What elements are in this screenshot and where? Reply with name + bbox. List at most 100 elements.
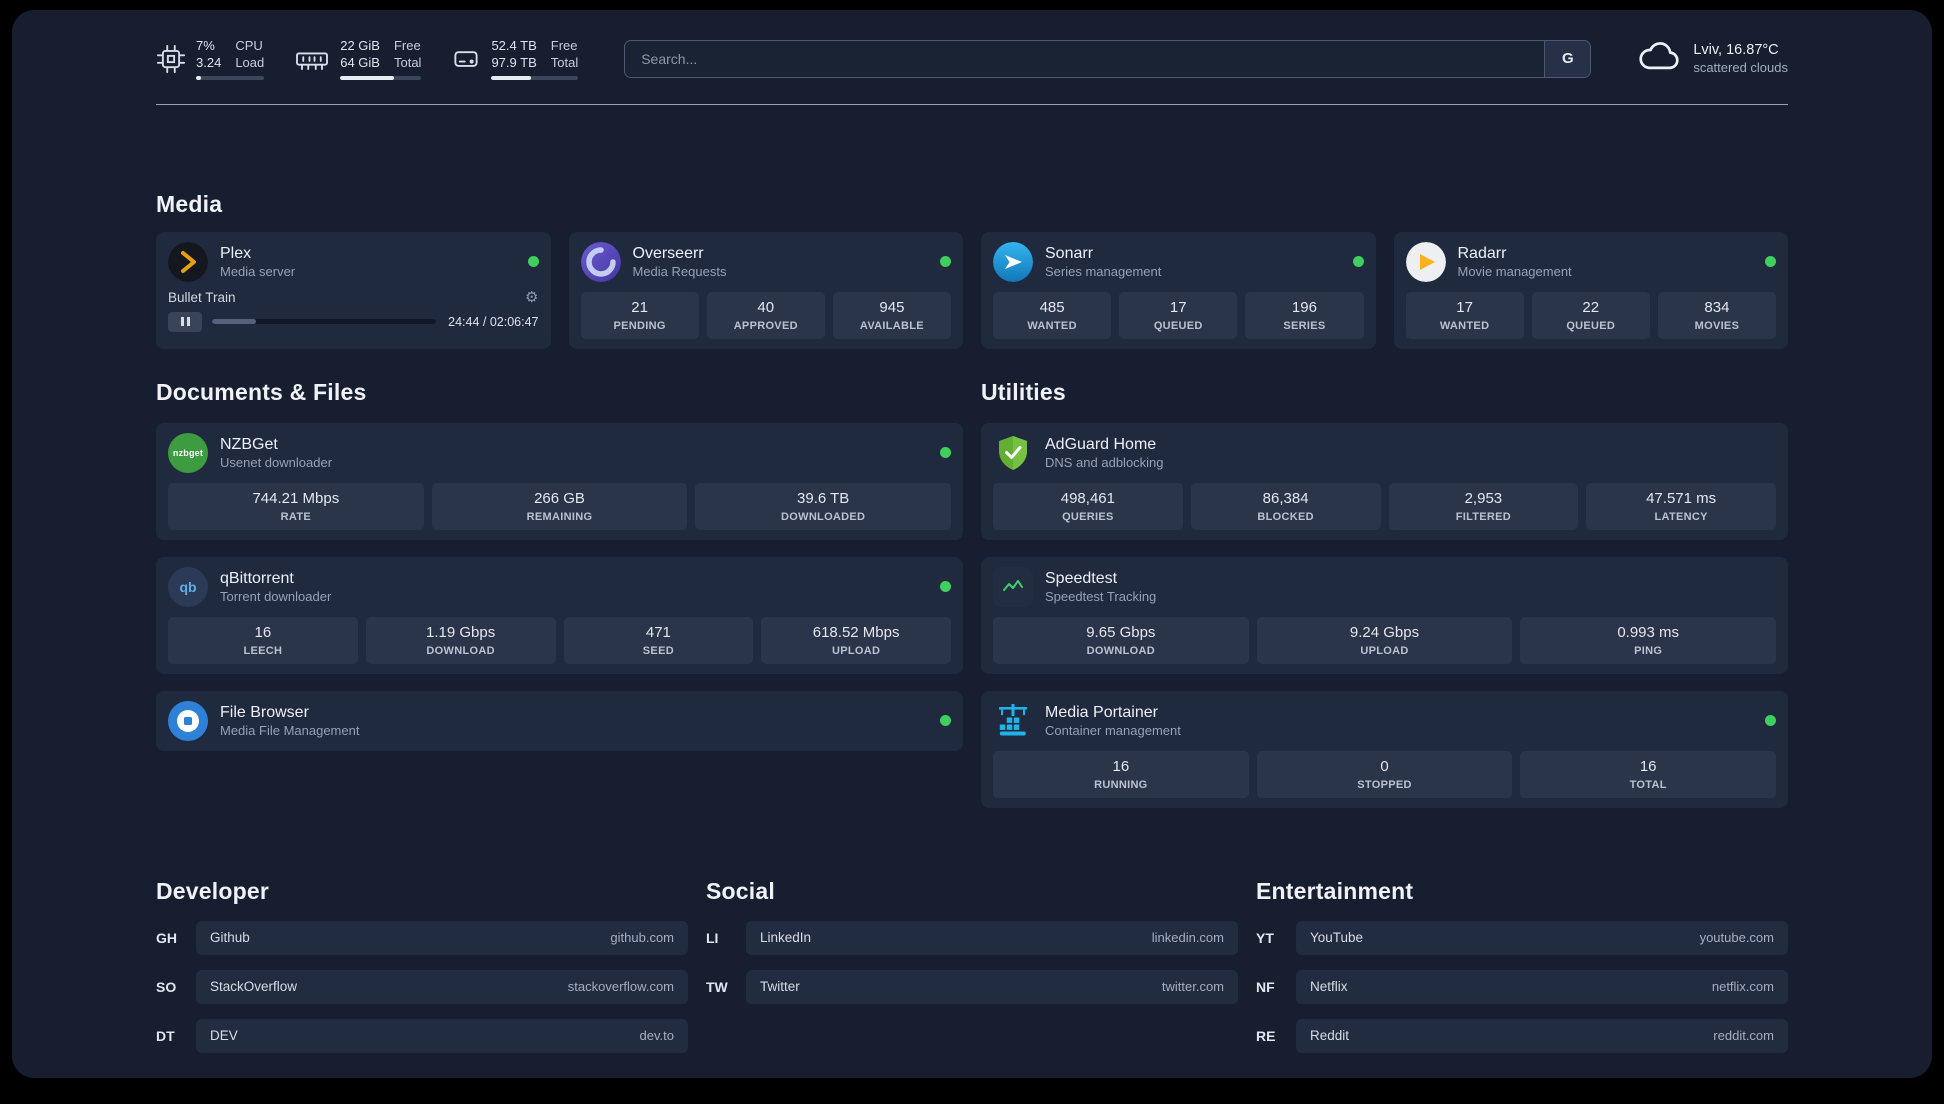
bookmark-github[interactable]: Github github.com [196, 920, 688, 955]
stat-value: 744.21 Mbps [252, 489, 340, 507]
cloud-icon [1637, 39, 1681, 78]
stat-tile: 9.24 Gbps UPLOAD [1256, 616, 1513, 664]
bookmark-dev[interactable]: DEV dev.to [196, 1018, 688, 1053]
stat-tile: 485 WANTED [993, 291, 1112, 339]
stat-value: 22 [1582, 298, 1600, 316]
stat-label: LEECH [243, 644, 283, 657]
media-grid: Plex Media server Bullet Train ⚙ 24:44 /… [156, 231, 1788, 349]
bookmark-row: TW Twitter twitter.com [706, 969, 1238, 1004]
stat-tile: 1.19 Gbps DOWNLOAD [365, 616, 556, 664]
stat-value: 485 [1039, 298, 1065, 316]
resource-widgets: 7% 3.24 CPU Load 22 GiB 64 GiB Free Tota… [156, 38, 579, 80]
gear-icon[interactable]: ⚙ [525, 290, 538, 305]
service-card-portainer[interactable]: Media Portainer Container management 16 … [981, 690, 1788, 808]
service-card-speedtest[interactable]: Speedtest Speedtest Tracking 9.65 Gbps D… [981, 556, 1788, 674]
bookmark-group-social: Social LI LinkedIn linkedin.com TW Twitt… [706, 878, 1238, 1068]
stat-label: APPROVED [733, 319, 798, 332]
stat-tile: 945 AVAILABLE [832, 291, 952, 339]
bookmark-url: netflix.com [1711, 979, 1774, 995]
ram-widget: 22 GiB 64 GiB Free Total [294, 38, 422, 80]
ram-free-value: 22 GiB [340, 38, 380, 53]
stat-label: STOPPED [1357, 778, 1412, 791]
section-media: Media Plex Media server Bullet Train ⚙ 2… [156, 191, 1788, 349]
service-title: qBittorrent [220, 569, 294, 587]
top-bar: 7% 3.24 CPU Load 22 GiB 64 GiB Free Tota… [156, 38, 1788, 80]
bookmark-url: stackoverflow.com [567, 979, 674, 995]
disk-total-value: 97.9 TB [491, 54, 537, 70]
cpu-usage-value: 7% [196, 38, 215, 53]
bookmark-row: GH Github github.com [156, 920, 688, 955]
stat-tile: 498,461 QUERIES [993, 482, 1183, 530]
bookmark-row: DT DEV dev.to [156, 1018, 688, 1053]
stat-value: 16 [254, 623, 272, 641]
stat-tile: 21 PENDING [580, 291, 699, 339]
bookmark-twitter[interactable]: Twitter twitter.com [746, 969, 1238, 1004]
cpu-label-top: CPU [235, 38, 263, 53]
stat-value: 0 [1380, 757, 1389, 775]
bookmark-netflix[interactable]: Netflix netflix.com [1296, 969, 1788, 1004]
service-subtitle: Media File Management [220, 722, 360, 738]
cpu-usage-bar [196, 75, 265, 80]
stat-tile: 17 WANTED [1405, 291, 1524, 339]
bookmark-row: RE Reddit reddit.com [1256, 1018, 1788, 1053]
service-title: File Browser [220, 703, 309, 721]
stat-tile: 22 QUEUED [1531, 291, 1650, 339]
service-card-sonarr[interactable]: Sonarr Series management 485 WANTED 17 Q… [981, 231, 1376, 349]
stat-tile: 86,384 BLOCKED [1190, 482, 1381, 530]
service-card-radarr[interactable]: Radarr Movie management 17 WANTED 22 QUE… [1393, 231, 1788, 349]
service-title: Speedtest [1045, 569, 1118, 587]
search-provider-button[interactable]: G [1544, 40, 1591, 77]
service-card-overseerr[interactable]: Overseerr Media Requests 21 PENDING 40 A… [568, 231, 963, 349]
service-card-nzbget[interactable]: nzbget NZBGet Usenet downloader 744.21 M… [156, 422, 963, 540]
stat-label: UPLOAD [832, 644, 881, 657]
bookmark-abbr: GH [156, 929, 177, 946]
bookmark-reddit[interactable]: Reddit reddit.com [1296, 1018, 1788, 1053]
bookmark-url: dev.to [639, 1028, 674, 1044]
stat-label: REMAINING [526, 510, 593, 523]
service-subtitle: Media server [220, 263, 296, 279]
stat-label: QUEUED [1566, 319, 1616, 332]
search-input[interactable] [625, 40, 1545, 77]
playback-time: 24:44 / 02:06:47 [448, 314, 539, 329]
column-utilities: Utilities AdGuard Home DNS and adblockin… [981, 379, 1788, 808]
service-card-plex[interactable]: Plex Media server Bullet Train ⚙ 24:44 /… [156, 231, 551, 349]
service-title: Radarr [1457, 244, 1507, 262]
stat-label: FILTERED [1455, 510, 1512, 523]
qbittorrent-icon: qb [168, 566, 208, 607]
bookmark-url: twitter.com [1161, 979, 1224, 995]
bookmark-abbr: DT [156, 1027, 175, 1044]
stat-label: WANTED [1027, 319, 1077, 332]
bookmark-linkedin[interactable]: LinkedIn linkedin.com [746, 920, 1238, 955]
bookmark-name: YouTube [1310, 930, 1364, 946]
stat-label: QUERIES [1062, 510, 1114, 523]
service-card-qbittorrent[interactable]: qb qBittorrent Torrent downloader 16 LEE… [156, 556, 963, 674]
stat-label: SEED [642, 644, 674, 657]
service-card-filebrowser[interactable]: File Browser Media File Management [156, 690, 963, 751]
stat-value: 17 [1169, 298, 1187, 316]
stat-value: 2,953 [1464, 489, 1503, 507]
ram-total-value: 64 GiB [340, 54, 380, 70]
bookmark-abbr: RE [1256, 1027, 1276, 1044]
stat-value: 266 GB [534, 489, 585, 507]
section-title-entertainment: Entertainment [1256, 877, 1414, 904]
stat-tile: 16 TOTAL [1520, 750, 1777, 798]
service-title: AdGuard Home [1045, 435, 1157, 453]
stat-value: 945 [879, 298, 905, 316]
playback-progress-bar[interactable] [212, 319, 437, 325]
stat-label: DOWNLOADED [781, 510, 866, 523]
bookmark-stackoverflow[interactable]: StackOverflow stackoverflow.com [196, 969, 688, 1004]
bookmark-name: Netflix [1310, 979, 1348, 995]
stat-tile: 2,953 FILTERED [1388, 482, 1579, 530]
bookmark-name: DEV [210, 1028, 238, 1044]
disk-usage-bar [491, 75, 579, 80]
bookmark-youtube[interactable]: YouTube youtube.com [1296, 920, 1788, 955]
bookmark-row: NF Netflix netflix.com [1256, 969, 1788, 1004]
service-title: Media Portainer [1045, 703, 1158, 721]
service-card-adguard[interactable]: AdGuard Home DNS and adblocking 498,461 … [981, 422, 1788, 540]
pause-button[interactable] [168, 311, 202, 332]
section-title-media: Media [156, 190, 223, 217]
stat-tile: 744.21 Mbps RATE [168, 482, 424, 530]
service-title: NZBGet [220, 435, 278, 453]
bookmark-row: YT YouTube youtube.com [1256, 920, 1788, 955]
plex-now-playing-widget: Bullet Train ⚙ 24:44 / 02:06:47 [168, 290, 539, 332]
